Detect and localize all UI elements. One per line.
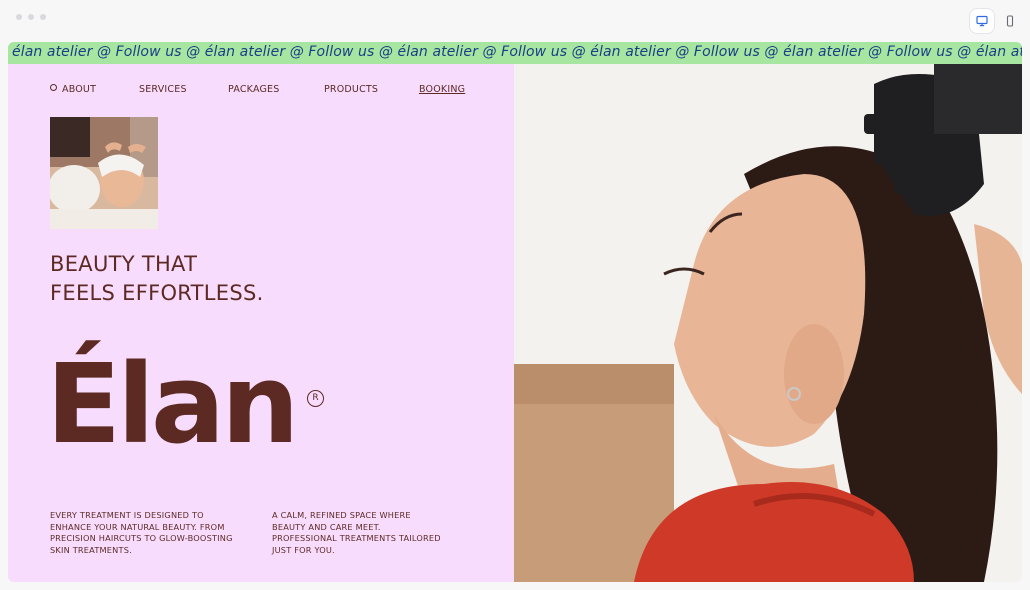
mobile-view-button[interactable] (998, 9, 1022, 33)
mobile-icon (1006, 15, 1014, 27)
desktop-view-button[interactable] (970, 9, 994, 33)
facial-treatment-thumbnail (50, 117, 158, 229)
description-right: A CALM, REFINED SPACE WHERE BEAUTY AND C… (272, 510, 441, 555)
nav-products[interactable]: PRODUCTS (324, 84, 378, 95)
marquee-text: élan atelier @ Follow us @ élan atelier … (12, 44, 1022, 60)
hero-left-panel: ABOUT SERVICES PACKAGES PRODUCTS BOOKING (8, 64, 514, 582)
hair-styling-photo (514, 64, 1022, 582)
registered-mark: R (307, 390, 324, 407)
browser-frame: élan atelier @ Follow us @ élan atelier … (0, 0, 1030, 590)
circle-bullet-icon (50, 84, 57, 91)
nav-booking[interactable]: BOOKING (419, 84, 465, 95)
device-toggle (970, 9, 1022, 33)
tagline-line-2: FEELS EFFORTLESS. (50, 281, 264, 305)
nav-about[interactable]: ABOUT (50, 84, 96, 95)
tagline-line-1: BEAUTY THAT (50, 252, 198, 276)
hero-tagline: BEAUTY THAT FEELS EFFORTLESS. (50, 250, 264, 308)
window-dot (28, 14, 34, 20)
marquee-banner[interactable]: élan atelier @ Follow us @ élan atelier … (8, 42, 1022, 64)
hero-photo (514, 64, 1022, 582)
window-dot (16, 14, 22, 20)
nav-about-label: ABOUT (62, 84, 97, 95)
window-dot (40, 14, 46, 20)
brand-logo-wordmark: Élan (46, 340, 299, 468)
site-viewport: élan atelier @ Follow us @ élan atelier … (8, 42, 1022, 582)
main-nav: ABOUT SERVICES PACKAGES PRODUCTS BOOKING (50, 84, 470, 98)
nav-packages[interactable]: PACKAGES (228, 84, 279, 95)
window-controls (16, 14, 46, 20)
desktop-icon (976, 15, 988, 27)
description-left: EVERY TREATMENT IS DESIGNED TO ENHANCE Y… (50, 510, 233, 555)
facial-treatment-image (50, 117, 158, 229)
nav-services[interactable]: SERVICES (139, 84, 187, 95)
